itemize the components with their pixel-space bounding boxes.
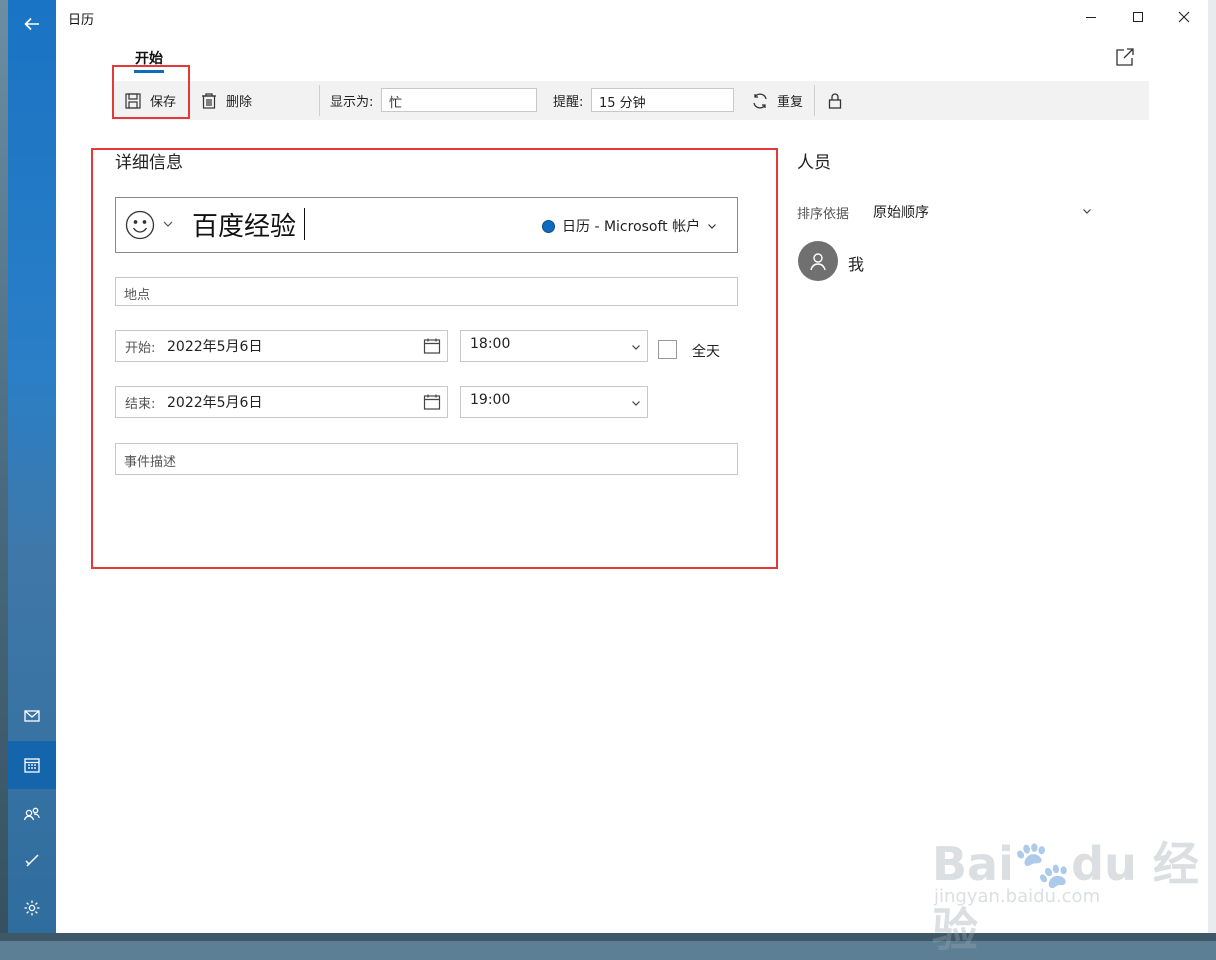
location-input[interactable]: 地点 xyxy=(115,277,738,306)
app-title: 日历 xyxy=(68,13,95,28)
people-icon xyxy=(23,807,40,821)
lock-icon xyxy=(828,92,842,109)
reminder-label: 提醒: xyxy=(553,81,583,120)
attendee-name: 我 xyxy=(848,255,865,274)
start-date-picker[interactable]: 开始: 2022年5月6日 xyxy=(115,330,448,362)
close-icon xyxy=(1178,11,1190,23)
title-bar: 日历 xyxy=(56,0,1208,34)
delete-button[interactable]: 删除 xyxy=(200,81,252,120)
reminder-input[interactable]: 15 分钟 xyxy=(591,88,734,112)
text-caret xyxy=(304,208,305,240)
chevron-down-icon[interactable] xyxy=(162,218,174,230)
show-as-input[interactable]: 忙 xyxy=(381,88,537,112)
end-label: 结束: xyxy=(125,397,156,412)
delete-label: 删除 xyxy=(226,95,253,110)
minimize-icon xyxy=(1086,17,1096,18)
mail-icon xyxy=(24,710,40,722)
end-time-value: 19:00 xyxy=(470,392,511,408)
back-button[interactable] xyxy=(8,0,56,48)
event-toolbar: 保存 删除 显示为: 忙 提醒: 15 分钟 重复 xyxy=(112,81,1149,120)
repeat-icon xyxy=(753,93,767,108)
show-as-label: 显示为: xyxy=(330,81,373,120)
repeat-button[interactable]: 重复 xyxy=(751,81,803,120)
chevron-down-icon xyxy=(632,345,640,350)
nav-calendar-button[interactable] xyxy=(8,741,56,789)
maximize-button[interactable] xyxy=(1115,0,1161,34)
reminder-text: 提醒: xyxy=(553,95,584,110)
calendar-icon xyxy=(423,338,441,354)
details-section-title: 详细信息 xyxy=(115,153,183,173)
save-highlight-box xyxy=(112,65,190,119)
nav-people-button[interactable] xyxy=(8,790,56,838)
close-button[interactable] xyxy=(1161,0,1207,34)
toolbar-divider xyxy=(814,85,815,116)
desktop-edge xyxy=(0,0,8,941)
repeat-label: 重复 xyxy=(777,95,804,110)
watermark-url: jingyan.baidu.com xyxy=(934,886,1101,907)
calendar-icon xyxy=(24,758,40,773)
start-time-value: 18:00 xyxy=(470,336,511,352)
popout-icon xyxy=(1116,48,1134,66)
sort-order-dropdown[interactable]: 原始顺序 xyxy=(873,202,929,222)
start-label: 开始: xyxy=(125,341,156,356)
end-time-dropdown[interactable]: 19:00 xyxy=(460,386,648,418)
app-nav-rail xyxy=(8,0,56,933)
end-date-value: 2022年5月6日 xyxy=(167,395,263,411)
nav-todo-button[interactable] xyxy=(8,836,56,884)
location-placeholder: 地点 xyxy=(124,288,151,303)
show-as-text: 显示为: xyxy=(330,95,374,110)
minimize-button[interactable] xyxy=(1068,0,1114,34)
maximize-icon xyxy=(1133,12,1143,22)
popout-button[interactable] xyxy=(1114,46,1136,68)
avatar xyxy=(798,241,838,281)
description-placeholder: 事件描述 xyxy=(124,455,177,470)
baidu-watermark: Bai🐾du 经验 jingyan.baidu.com xyxy=(928,808,1208,957)
nav-mail-button[interactable] xyxy=(8,692,56,740)
toolbar-divider xyxy=(319,85,320,116)
chevron-down-icon[interactable] xyxy=(1082,206,1092,216)
end-date-picker[interactable]: 结束: 2022年5月6日 xyxy=(115,386,448,418)
private-button[interactable] xyxy=(826,81,852,120)
people-section-title: 人员 xyxy=(797,153,831,173)
event-title-text: 百度经验 xyxy=(192,212,297,242)
calendar-picker[interactable]: 日历 - Microsoft 帐户 xyxy=(542,216,717,236)
back-arrow-icon xyxy=(24,17,39,31)
person-icon xyxy=(810,253,826,271)
settings-icon xyxy=(24,900,40,916)
event-title-field[interactable]: 百度经验 日历 - Microsoft 帐户 xyxy=(115,197,738,253)
calendar-color-dot xyxy=(542,219,555,233)
start-time-dropdown[interactable]: 18:00 xyxy=(460,330,648,362)
sort-label: 排序依据 xyxy=(797,207,850,222)
trash-icon xyxy=(202,92,216,109)
chevron-down-icon xyxy=(708,224,717,229)
chevron-down-icon xyxy=(632,401,640,406)
all-day-checkbox[interactable] xyxy=(658,340,677,359)
start-date-value: 2022年5月6日 xyxy=(167,339,263,355)
description-input[interactable]: 事件描述 xyxy=(115,443,738,475)
desktop-background xyxy=(1208,0,1216,941)
event-window: 日历 开始 保存 删除 显示为: 忙 提醒: 15 分钟 重复 详细信息 百度经… xyxy=(56,0,1208,957)
calendar-icon xyxy=(423,394,441,410)
all-day-label: 全天 xyxy=(692,344,720,360)
emoji-icon[interactable] xyxy=(124,209,156,241)
calendar-name: 日历 - Microsoft 帐户 xyxy=(562,219,701,235)
nav-settings-button[interactable] xyxy=(8,884,56,932)
todo-icon xyxy=(25,854,39,867)
